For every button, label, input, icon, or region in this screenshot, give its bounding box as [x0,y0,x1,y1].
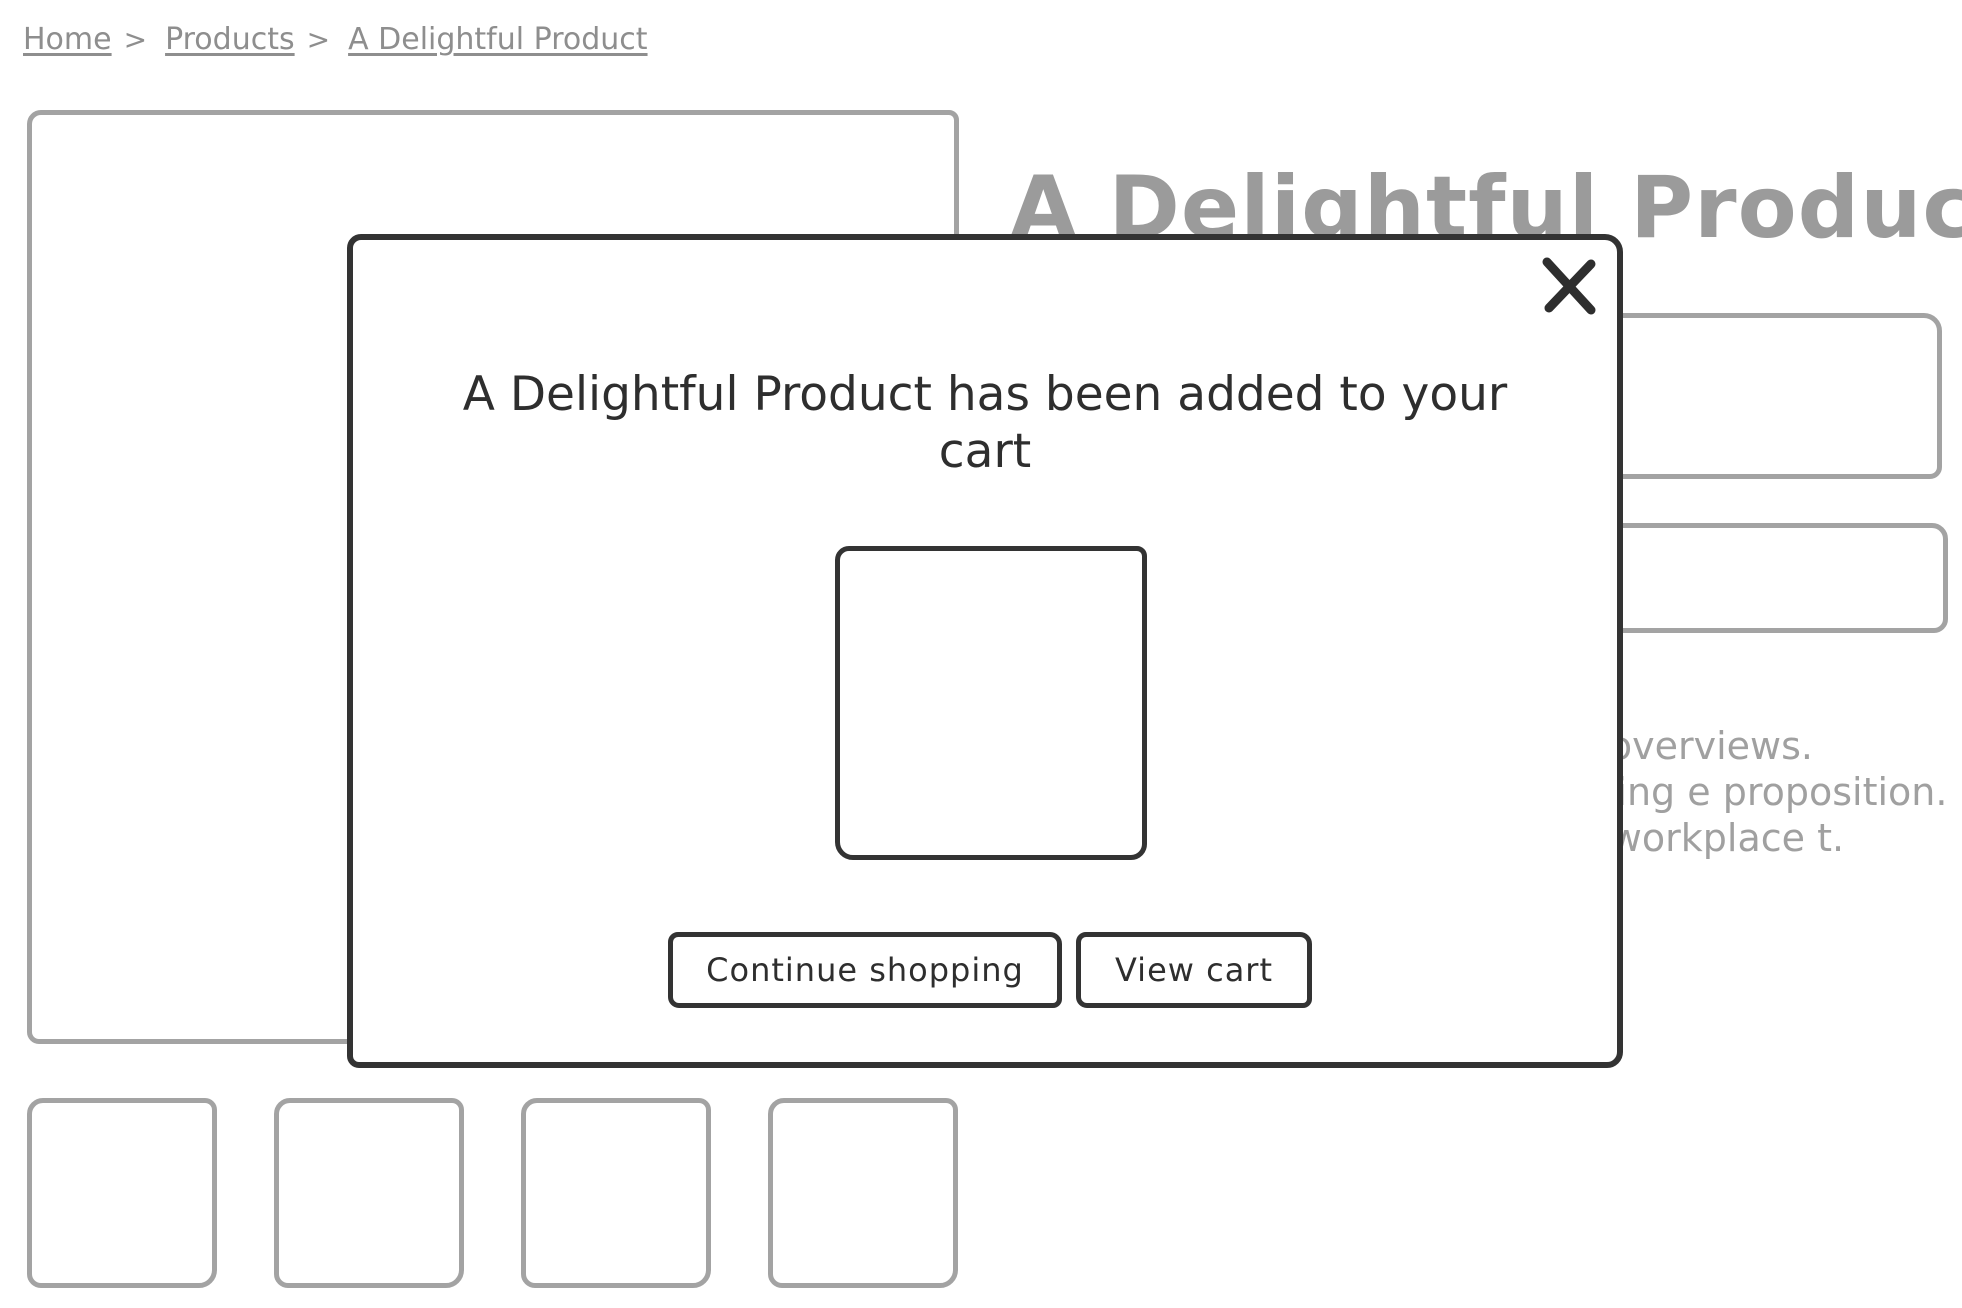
product-thumbnail[interactable] [274,1098,464,1288]
breadcrumb-separator: > [123,23,148,56]
close-icon[interactable] [1539,256,1599,316]
breadcrumb-products-link[interactable]: Products [165,22,295,57]
modal-heading: A Delightful Product has been added to y… [462,367,1508,479]
add-to-cart-button[interactable] [1590,523,1948,633]
view-cart-button[interactable]: View cart [1076,932,1312,1008]
breadcrumb: Home > Products > A Delightful Product [23,22,648,57]
product-option-field[interactable] [1590,313,1942,479]
product-thumbnail[interactable] [768,1098,958,1288]
modal-product-image [835,546,1147,860]
breadcrumb-home-link[interactable]: Home [23,22,112,57]
modal-actions: Continue shopping View cart [668,932,1312,1008]
added-to-cart-modal: A Delightful Product has been added to y… [347,234,1623,1068]
continue-shopping-button[interactable]: Continue shopping [668,932,1062,1008]
product-thumbnail[interactable] [521,1098,711,1288]
breadcrumb-current-link[interactable]: A Delightful Product [348,22,647,57]
breadcrumb-separator: > [306,23,331,56]
product-thumbnail[interactable] [27,1098,217,1288]
